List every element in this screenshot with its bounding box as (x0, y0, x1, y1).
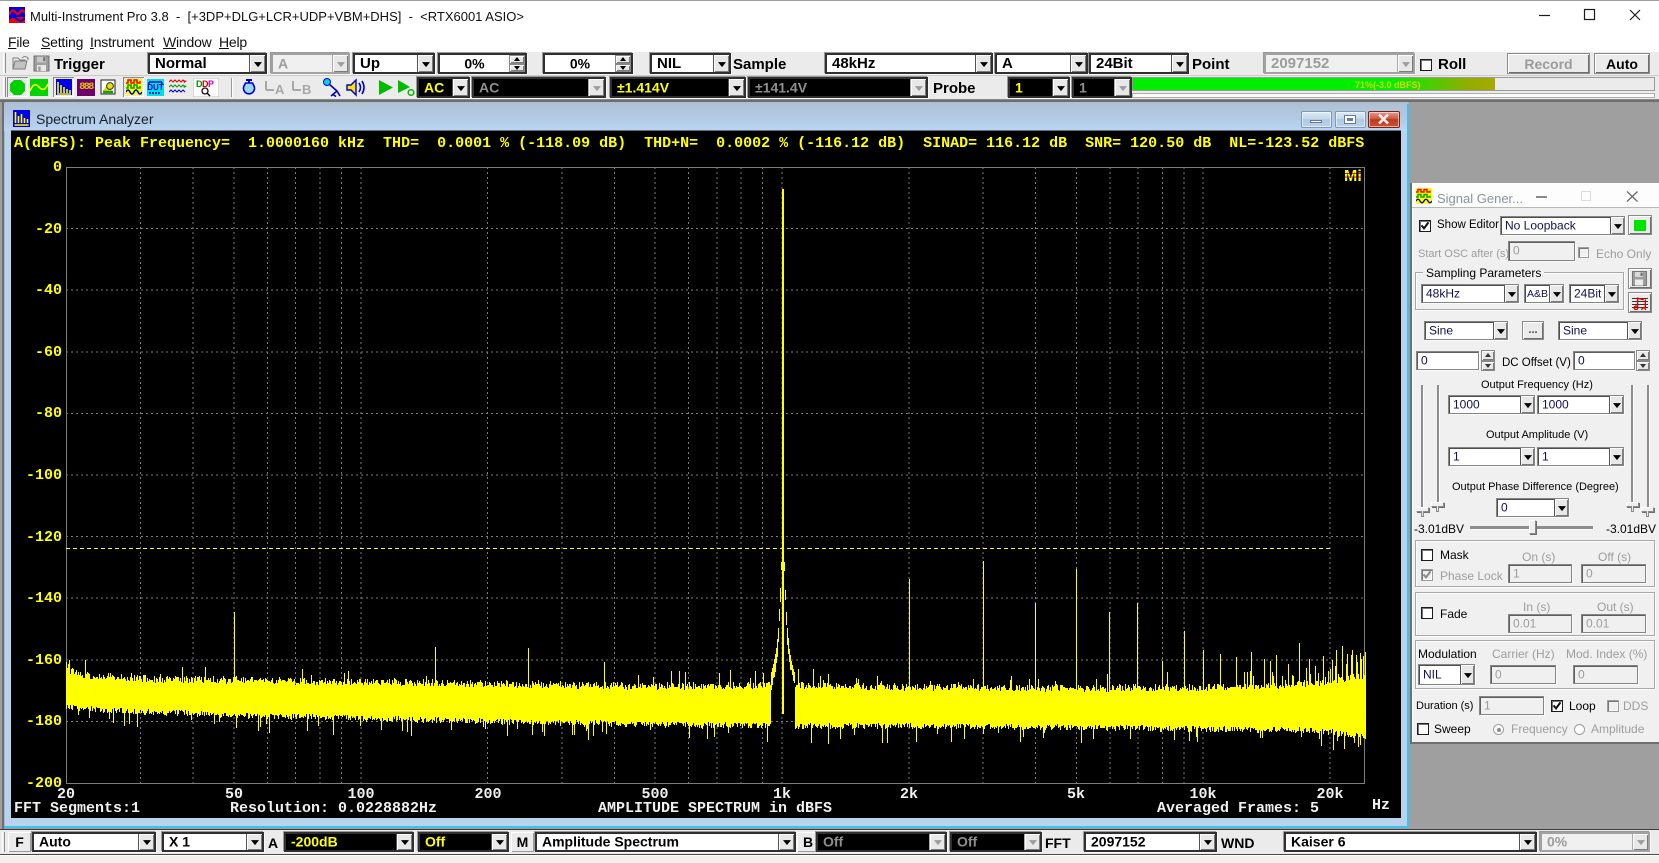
svg-text:P: P (208, 79, 214, 89)
svg-text:DUT: DUT (147, 83, 164, 92)
svg-text:A: A (275, 82, 285, 95)
svg-text:Mi: Mi (1344, 168, 1362, 185)
svg-text:B: B (302, 82, 311, 95)
